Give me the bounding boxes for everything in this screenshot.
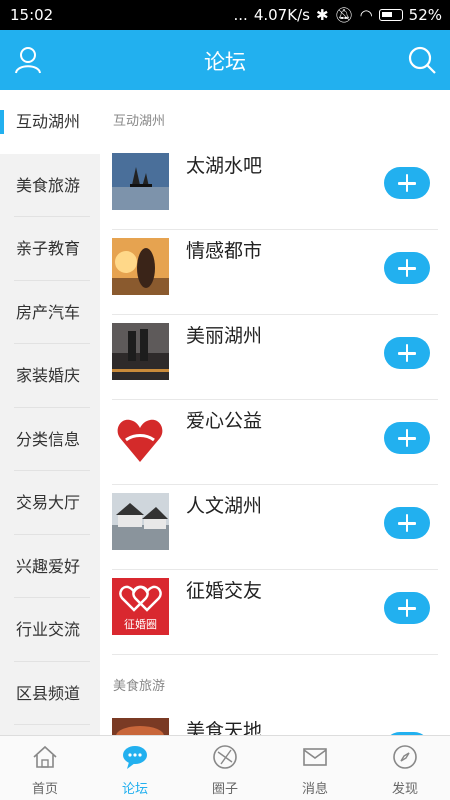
sidebar-item-美食旅游[interactable]: 美食旅游	[0, 154, 100, 218]
sidebar-item-分类信息[interactable]: 分类信息	[0, 408, 100, 472]
add-forum-button[interactable]	[384, 422, 430, 454]
tab-label: 论坛	[121, 782, 148, 797]
sidebar-item-区县频道[interactable]: 区县频道	[0, 662, 100, 726]
tab-forum[interactable]: 论坛	[90, 736, 180, 800]
forum-name: 情感都市	[186, 240, 263, 262]
page-title: 论坛	[204, 50, 246, 74]
status-indicators: ... 4.07K/s ✱ 🔕︎ ◠ 52%	[234, 6, 442, 24]
forum-thumbnail	[112, 408, 169, 465]
forum-row[interactable]: 人文湖州	[100, 485, 450, 570]
logo-text: 征婚圈	[124, 617, 157, 631]
forum-list: 互动湖州 太湖水吧 情感都市 美丽湖州 爱心公益 人文湖州 征婚圈 征婚交友 美…	[100, 90, 450, 735]
status-time: 15:02	[10, 6, 54, 24]
forum-thumbnail	[112, 238, 169, 295]
add-forum-button[interactable]	[384, 252, 430, 284]
forum-row[interactable]: 美食天地	[100, 710, 450, 735]
tab-label: 圈子	[211, 782, 238, 797]
tab-circle[interactable]: 圈子	[180, 736, 270, 800]
status-bar: 15:02 ... 4.07K/s ✱ 🔕︎ ◠ 52%	[0, 0, 450, 30]
mute-icon: 🔕︎	[334, 6, 354, 24]
home-icon	[33, 745, 57, 768]
sidebar-item-房产汽车[interactable]: 房产汽车	[0, 281, 100, 345]
forum-name: 美食天地	[186, 720, 263, 735]
tab-discover[interactable]: 发现	[360, 736, 450, 800]
add-forum-button[interactable]	[384, 167, 430, 199]
tab-messages[interactable]: 消息	[270, 736, 360, 800]
forum-row[interactable]: 爱心公益	[100, 400, 450, 485]
sidebar-item-交易大厅[interactable]: 交易大厅	[0, 471, 100, 535]
wifi-icon: ◠	[359, 6, 373, 24]
forum-thumbnail	[112, 718, 169, 735]
forum-name: 爱心公益	[186, 410, 263, 432]
tab-label: 发现	[391, 782, 418, 797]
forum-row[interactable]: 征婚圈 征婚交友	[100, 570, 450, 655]
forum-name: 征婚交友	[186, 580, 263, 602]
sidebar-item-家装婚庆[interactable]: 家装婚庆	[0, 344, 100, 408]
signal-dots: ...	[233, 6, 248, 24]
tab-home[interactable]: 首页	[0, 736, 90, 800]
forum-row[interactable]: 太湖水吧	[100, 145, 450, 230]
forum-thumbnail: 征婚圈	[112, 578, 169, 635]
forum-thumbnail	[112, 323, 169, 380]
tab-label: 首页	[31, 782, 58, 797]
compass-icon	[393, 745, 417, 769]
search-icon[interactable]	[406, 44, 438, 76]
add-forum-button[interactable]	[384, 337, 430, 369]
battery-icon	[378, 9, 403, 21]
forum-thumbnail	[112, 493, 169, 550]
sidebar-item-互动湖州[interactable]: 互动湖州	[0, 90, 100, 154]
chat-bubble-icon	[123, 746, 147, 769]
mail-icon	[303, 748, 327, 766]
forum-name: 美丽湖州	[186, 325, 263, 347]
forum-name: 太湖水吧	[186, 155, 263, 177]
section-title: 互动湖州	[113, 114, 166, 129]
add-forum-button[interactable]	[384, 507, 430, 539]
network-speed: 4.07K/s	[253, 6, 310, 24]
forum-row[interactable]: 情感都市	[100, 230, 450, 315]
sidebar-item-行业交流[interactable]: 行业交流	[0, 598, 100, 662]
tab-label: 消息	[301, 782, 328, 797]
circle-icon	[213, 745, 237, 769]
section-title: 美食旅游	[113, 679, 166, 694]
bluetooth-icon: ✱	[315, 6, 329, 24]
battery-level: 52%	[408, 6, 442, 24]
forum-row[interactable]: 美丽湖州	[100, 315, 450, 400]
forum-name: 人文湖州	[186, 495, 263, 517]
forum-thumbnail	[112, 153, 169, 210]
sidebar-item-亲子教育[interactable]: 亲子教育	[0, 217, 100, 281]
bottom-tab-bar: 首页 论坛 圈子 消息 发现	[0, 735, 450, 800]
category-sidebar: 互动湖州 美食旅游 亲子教育 房产汽车 家装婚庆 分类信息 交易大厅 兴趣爱好 …	[0, 90, 100, 735]
add-forum-button[interactable]	[384, 592, 430, 624]
sidebar-item-兴趣爱好[interactable]: 兴趣爱好	[0, 535, 100, 599]
app-header: 论坛	[0, 30, 450, 90]
